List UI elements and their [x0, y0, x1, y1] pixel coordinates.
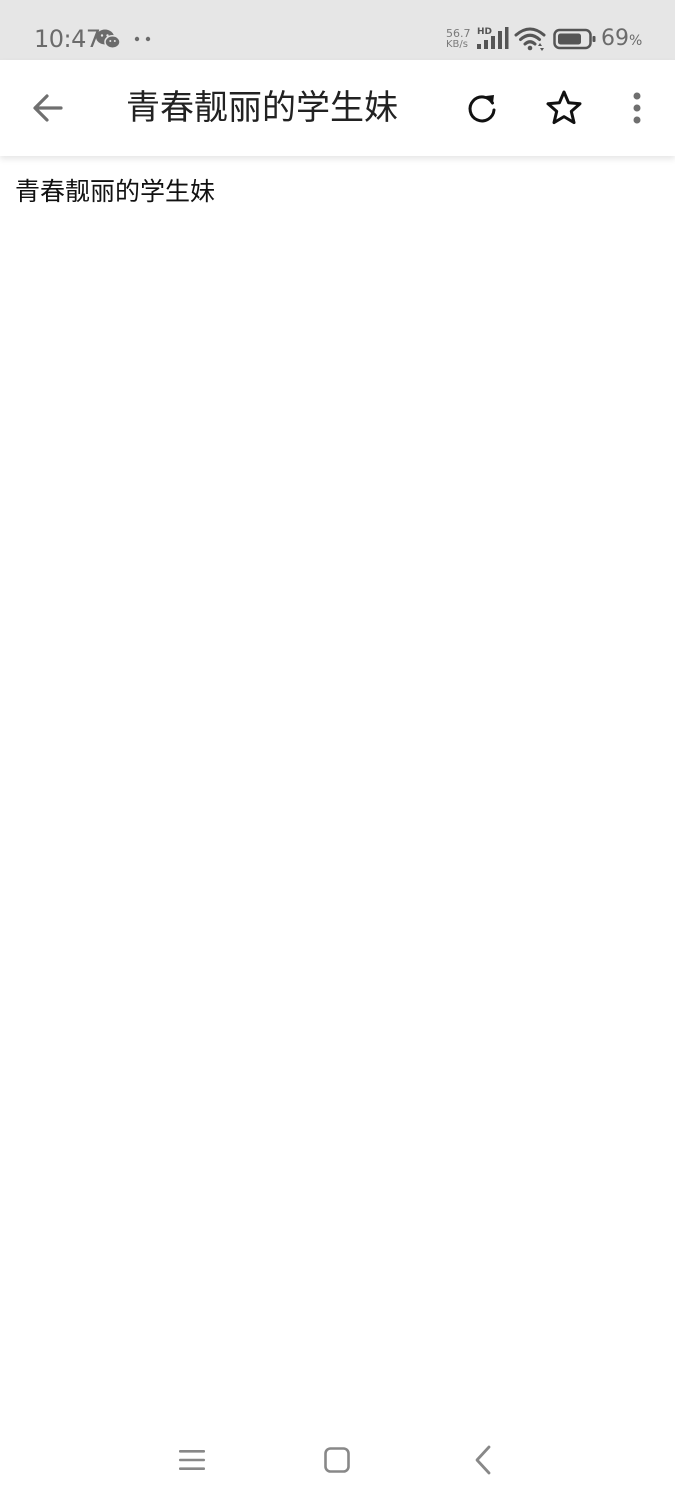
nav-menu-button[interactable] [166, 1438, 218, 1482]
status-time: 10:47 [34, 25, 101, 53]
network-speed: 56.7 KB/s [446, 28, 472, 50]
battery-level-unit: % [629, 33, 643, 49]
wechat-icon [96, 29, 121, 49]
back-arrow-icon [33, 94, 63, 122]
nav-back-button[interactable] [457, 1438, 509, 1482]
battery-level: 69% [601, 24, 642, 56]
app-bar: 青春靓丽的学生妹 [0, 60, 675, 156]
star-icon [546, 90, 582, 125]
network-speed-value: 56.7 [446, 27, 471, 40]
page-title: 青春靓丽的学生妹 [126, 88, 398, 128]
nav-home-button[interactable] [311, 1438, 363, 1482]
status-bar: 10:47 56.7 KB/s HD 69% [0, 0, 675, 60]
more-notifications-dots-icon [134, 36, 151, 42]
battery-level-value: 69 [601, 26, 629, 51]
back-chevron-icon [475, 1445, 491, 1475]
network-speed-unit: KB/s [446, 39, 468, 50]
bookmark-star-button[interactable] [534, 78, 594, 138]
battery-icon [553, 28, 596, 50]
more-options-button[interactable] [612, 78, 662, 138]
menu-icon [179, 1450, 205, 1470]
more-vert-icon [633, 92, 641, 124]
wifi-icon [514, 27, 546, 51]
phone-screen: 10:47 56.7 KB/s HD 69% 青春靓丽的学生妹 青春靓丽的学生妹 [0, 0, 675, 1500]
back-button[interactable] [18, 78, 78, 138]
page-content-text: 青春靓丽的学生妹 [15, 177, 216, 206]
signal-icon: HD [477, 27, 509, 49]
navigation-bar [0, 1420, 675, 1500]
network-type-label: HD [477, 27, 492, 37]
refresh-icon [468, 95, 496, 123]
refresh-button[interactable] [452, 78, 512, 138]
home-square-icon [324, 1447, 350, 1473]
